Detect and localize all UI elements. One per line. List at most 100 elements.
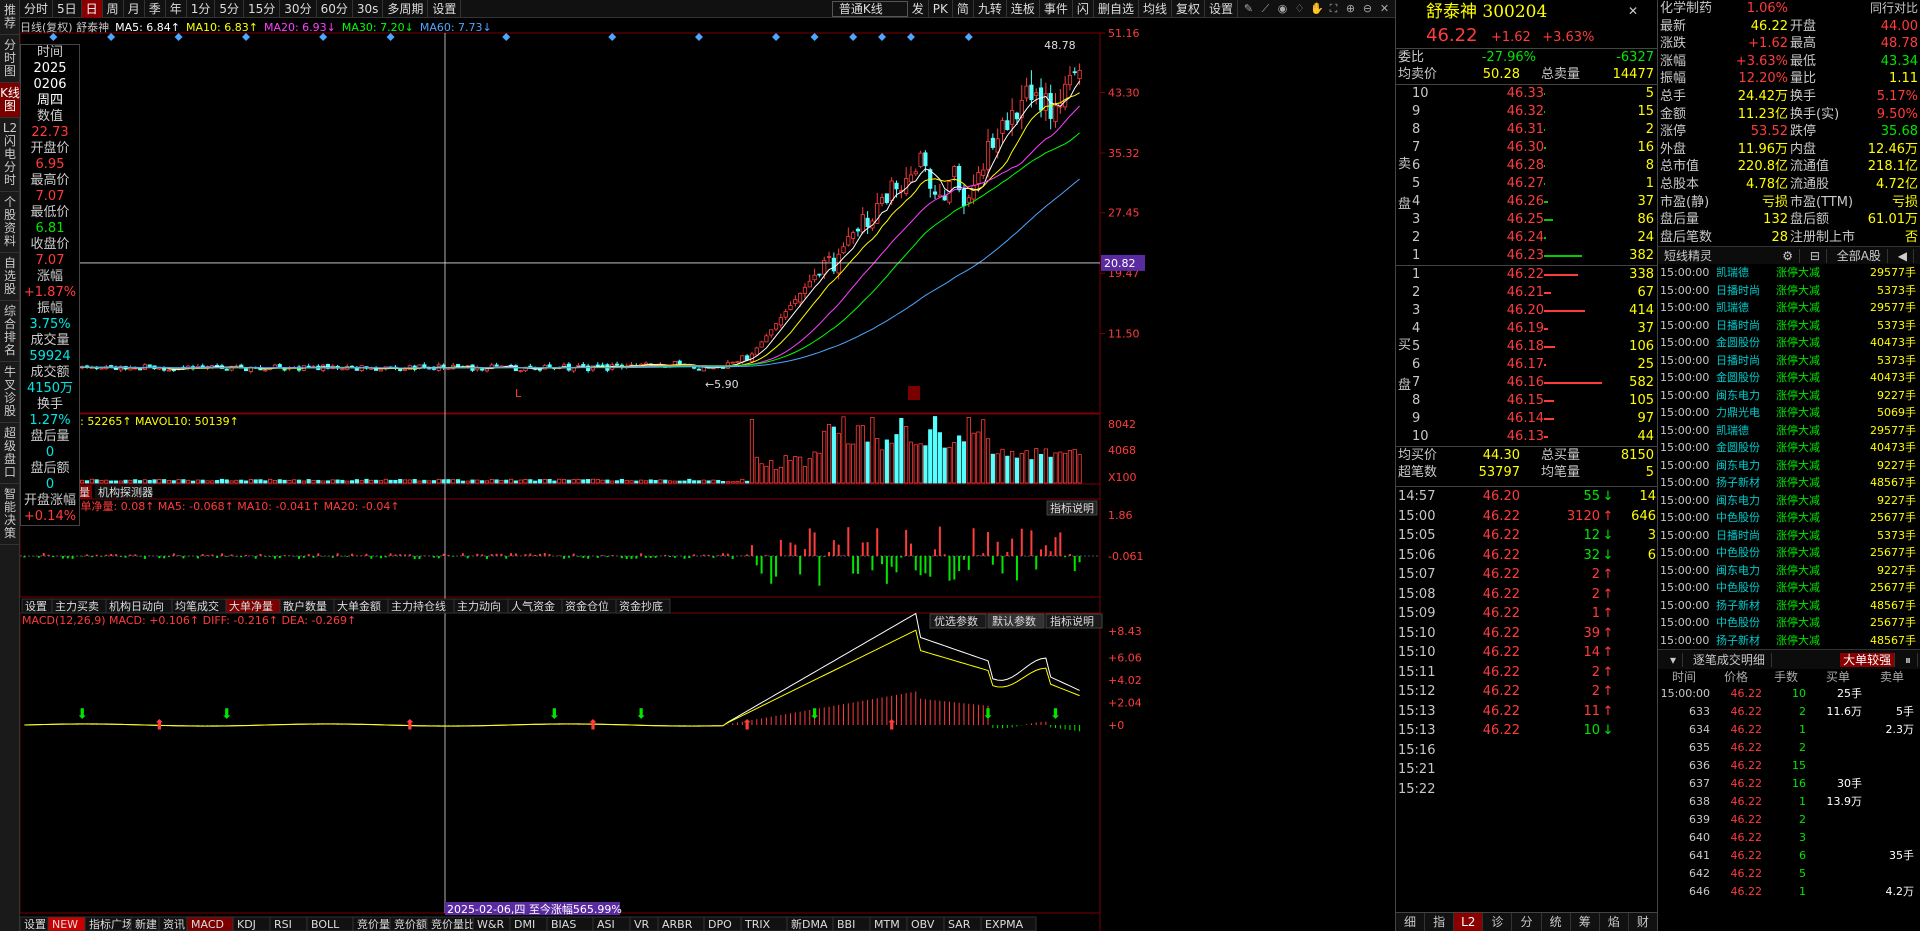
quote-tab-7[interactable]: 焰 bbox=[1600, 913, 1629, 931]
nav-item-0[interactable]: 推荐 bbox=[0, 0, 20, 35]
quote-tab-8[interactable]: 财 bbox=[1629, 913, 1658, 931]
event-marker-icon[interactable] bbox=[810, 33, 819, 41]
nav-item-5[interactable]: 自选股 bbox=[0, 253, 20, 301]
event-marker-icon[interactable] bbox=[319, 33, 328, 41]
toolbar-right-9[interactable]: 复权 bbox=[1172, 0, 1205, 18]
short-row[interactable]: 15:00:00 闽东电力 涨停大减 9227手 bbox=[1658, 562, 1920, 580]
quote-tab-6[interactable]: 筹 bbox=[1571, 913, 1600, 931]
expand-icon[interactable]: ⛶ bbox=[1327, 2, 1340, 15]
quote-tab-5[interactable]: 统 bbox=[1542, 913, 1571, 931]
short-row[interactable]: 15:00:00 中色股份 涨停大减 25677手 bbox=[1658, 579, 1920, 597]
nav-item-2[interactable]: K线图 bbox=[0, 83, 20, 118]
toolbar-right-2[interactable]: 简 bbox=[953, 0, 974, 18]
period-1[interactable]: 5日 bbox=[53, 0, 82, 18]
short-row[interactable]: 15:00:00 凯瑞德 涨停大减 29577手 bbox=[1658, 264, 1920, 282]
copy-icon[interactable]: ⊟ bbox=[1803, 249, 1827, 264]
filter-dropdown[interactable]: 全部A股 bbox=[1830, 249, 1888, 264]
toolbar-right-1[interactable]: PK bbox=[929, 0, 953, 18]
toolbar-right-8[interactable]: 均线 bbox=[1139, 0, 1172, 18]
short-row[interactable]: 15:00:00 日播时尚 涨停大减 5373手 bbox=[1658, 352, 1920, 370]
short-row[interactable]: 15:00:00 扬子新材 涨停大减 48567手 bbox=[1658, 597, 1920, 615]
nav-item-4[interactable]: 个股资料 bbox=[0, 192, 20, 253]
short-row[interactable]: 15:00:00 凯瑞德 涨停大减 29577手 bbox=[1658, 422, 1920, 440]
short-row[interactable]: 15:00:00 日播时尚 涨停大减 5373手 bbox=[1658, 317, 1920, 335]
toolbar-right-7[interactable]: 删自选 bbox=[1094, 0, 1139, 18]
period-3[interactable]: 周 bbox=[103, 0, 124, 18]
period-2[interactable]: 日 bbox=[81, 0, 103, 18]
period-13[interactable]: 多周期 bbox=[383, 0, 429, 18]
quote-tab-3[interactable]: 诊 bbox=[1483, 913, 1513, 931]
event-marker-icon[interactable] bbox=[849, 33, 858, 41]
event-marker-icon[interactable] bbox=[242, 33, 251, 41]
quote-tab-4[interactable]: 分 bbox=[1512, 913, 1542, 931]
zoom-in-icon[interactable]: ⊕ bbox=[1344, 2, 1357, 15]
l-marker[interactable]: L bbox=[515, 387, 522, 400]
period-12[interactable]: 30s bbox=[353, 0, 384, 18]
toolbar-right-4[interactable]: 连板 bbox=[1007, 0, 1040, 18]
period-9[interactable]: 15分 bbox=[244, 0, 281, 18]
period-7[interactable]: 1分 bbox=[187, 0, 216, 18]
short-row[interactable]: 15:00:00 中色股份 涨停大减 25677手 bbox=[1658, 544, 1920, 562]
settings-icon[interactable]: ⚙ bbox=[1776, 249, 1800, 264]
period-0[interactable]: 分时 bbox=[20, 0, 54, 18]
short-row[interactable]: 15:00:00 扬子新材 涨停大减 48567手 bbox=[1658, 632, 1920, 650]
toolbar-right-3[interactable]: 九转 bbox=[974, 0, 1007, 18]
hand-icon[interactable]: ✋ bbox=[1310, 2, 1324, 15]
collapse-icon[interactable]: ◀ bbox=[1891, 249, 1914, 264]
ruler-icon[interactable]: ⟋ bbox=[1259, 2, 1272, 15]
toolbar-right-5[interactable]: 事件 bbox=[1040, 0, 1073, 18]
short-row[interactable]: 15:00:00 扬子新材 涨停大减 48567手 bbox=[1658, 474, 1920, 492]
short-row[interactable]: 15:00:00 日播时尚 涨停大减 5373手 bbox=[1658, 527, 1920, 545]
short-row[interactable]: 15:00:00 凯瑞德 涨停大减 29577手 bbox=[1658, 299, 1920, 317]
nav-item-3[interactable]: L2闪电分时 bbox=[0, 118, 20, 192]
short-row[interactable]: 15:00:00 闽东电力 涨停大减 9227手 bbox=[1658, 492, 1920, 510]
kline-type-select[interactable]: 普通K线 bbox=[831, 0, 908, 17]
short-row[interactable]: 15:00:00 金圆股份 涨停大减 40473手 bbox=[1658, 439, 1920, 457]
nav-item-7[interactable]: 牛叉诊股 bbox=[0, 362, 20, 423]
period-11[interactable]: 60分 bbox=[317, 0, 353, 18]
event-marker-icon[interactable] bbox=[49, 33, 58, 41]
close-icon[interactable]: ✕ bbox=[1378, 2, 1391, 15]
kline-chart-area[interactable]: 51.1643.3035.3227.4519.4711.5020.8248.78… bbox=[20, 19, 1395, 931]
nav-item-6[interactable]: 综合排名 bbox=[0, 301, 20, 362]
pin-icon[interactable]: ✕ bbox=[1628, 4, 1638, 18]
short-row[interactable]: 15:00:00 日播时尚 涨停大减 5373手 bbox=[1658, 282, 1920, 300]
event-marker-icon[interactable] bbox=[772, 33, 781, 41]
nav-item-9[interactable]: 智能决策 bbox=[0, 484, 20, 545]
short-row[interactable]: 15:00:00 中色股份 涨停大减 25677手 bbox=[1658, 509, 1920, 527]
toolbar-right-6[interactable]: 闪 bbox=[1073, 0, 1094, 18]
dropdown-icon[interactable]: ▾ bbox=[1664, 653, 1684, 668]
toolbar-right-0[interactable]: 发 bbox=[908, 0, 929, 18]
event-marker-icon[interactable] bbox=[608, 33, 617, 41]
event-marker-icon[interactable] bbox=[906, 33, 915, 41]
short-row[interactable]: 15:00:00 闽东电力 涨停大减 9227手 bbox=[1658, 387, 1920, 405]
quote-tab-2[interactable]: L2 bbox=[1454, 913, 1484, 931]
pin-icon[interactable]: ♢ bbox=[1293, 2, 1306, 15]
short-row[interactable]: 15:00:00 金圆股份 涨停大减 40473手 bbox=[1658, 334, 1920, 352]
eye-icon[interactable]: ◉ bbox=[1276, 2, 1289, 15]
short-row[interactable]: 15:00:00 力鼎光电 涨停大减 5069手 bbox=[1658, 404, 1920, 422]
quote-tab-0[interactable]: 细 bbox=[1396, 913, 1426, 931]
event-marker-icon[interactable] bbox=[174, 33, 183, 41]
period-14[interactable]: 设置 bbox=[428, 0, 462, 18]
short-row[interactable]: 15:00:00 中色股份 涨停大减 25677手 bbox=[1658, 614, 1920, 632]
event-marker-icon[interactable] bbox=[107, 33, 116, 41]
toolbar-right-10[interactable]: 设置 bbox=[1205, 0, 1238, 18]
period-6[interactable]: 年 bbox=[166, 0, 187, 18]
period-5[interactable]: 季 bbox=[145, 0, 166, 18]
pencil-icon[interactable]: ✎ bbox=[1242, 2, 1255, 15]
zoom-out-icon[interactable]: ⊖ bbox=[1361, 2, 1374, 15]
period-8[interactable]: 5分 bbox=[215, 0, 245, 18]
event-marker-icon[interactable] bbox=[878, 33, 887, 41]
event-marker-icon[interactable] bbox=[964, 33, 973, 41]
big-order-button[interactable]: 大单较强 bbox=[1840, 653, 1896, 668]
pause-icon[interactable]: ⏸ bbox=[1898, 653, 1918, 668]
short-row[interactable]: 15:00:00 金圆股份 涨停大减 40473手 bbox=[1658, 369, 1920, 387]
event-marker-icon[interactable] bbox=[502, 33, 511, 41]
short-row[interactable]: 15:00:00 闽东电力 涨停大减 9227手 bbox=[1658, 457, 1920, 475]
quote-tab-1[interactable]: 指 bbox=[1425, 913, 1455, 931]
nav-item-1[interactable]: 分时图 bbox=[0, 35, 20, 83]
bang-marker[interactable] bbox=[908, 386, 920, 400]
nav-item-8[interactable]: 超级盘口 bbox=[0, 423, 20, 484]
period-10[interactable]: 30分 bbox=[280, 0, 317, 18]
